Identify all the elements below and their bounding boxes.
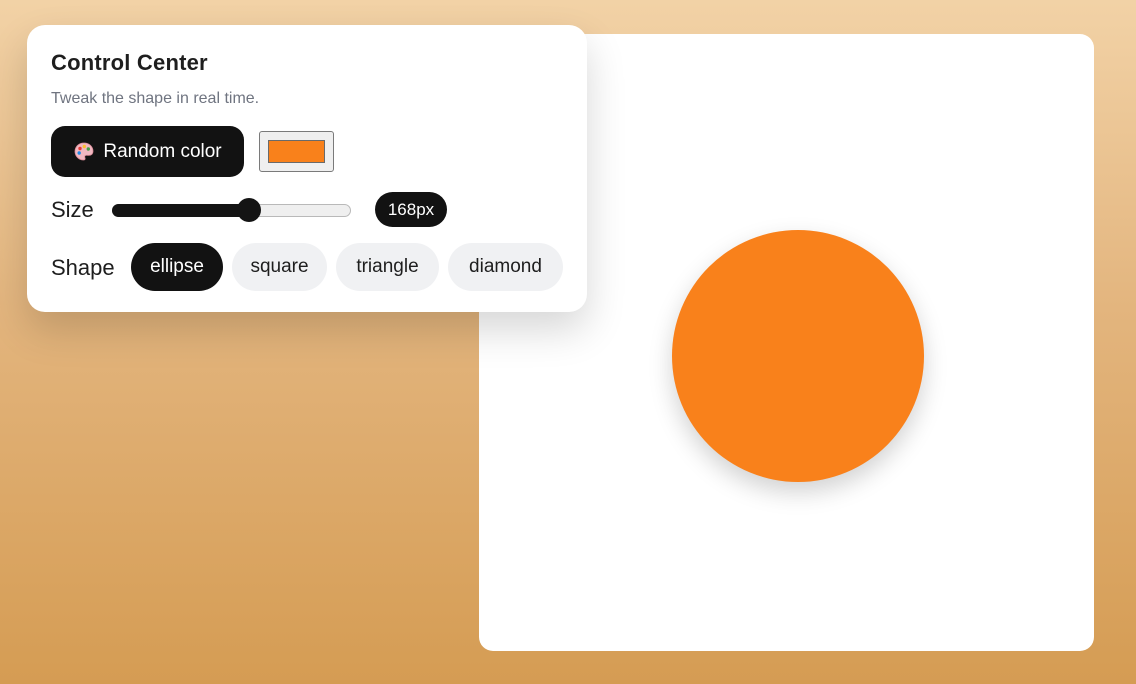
shape-option-triangle[interactable]: triangle: [336, 243, 439, 291]
panel-title: Control Center: [51, 50, 208, 75]
size-label: Size: [51, 197, 94, 222]
size-slider[interactable]: [112, 198, 351, 222]
ellipse-shape: [672, 230, 924, 482]
size-slider-fill: [112, 204, 249, 217]
color-picker-swatch: [268, 140, 325, 163]
size-value-badge: 168px: [375, 192, 447, 227]
panel-subtitle: Tweak the shape in real time.: [51, 90, 260, 107]
palette-icon: [73, 141, 95, 163]
shape-option-ellipse[interactable]: ellipse: [131, 243, 223, 291]
random-color-button[interactable]: Random color: [51, 126, 244, 177]
control-center-panel: Control Center Tweak the shape in real t…: [27, 25, 587, 312]
shape-option-diamond[interactable]: diamond: [448, 243, 563, 291]
shape-option-square[interactable]: square: [232, 243, 327, 291]
random-color-label: Random color: [103, 140, 222, 162]
color-picker[interactable]: [259, 131, 334, 172]
shape-label: Shape: [51, 255, 115, 280]
size-slider-thumb[interactable]: [237, 198, 261, 222]
